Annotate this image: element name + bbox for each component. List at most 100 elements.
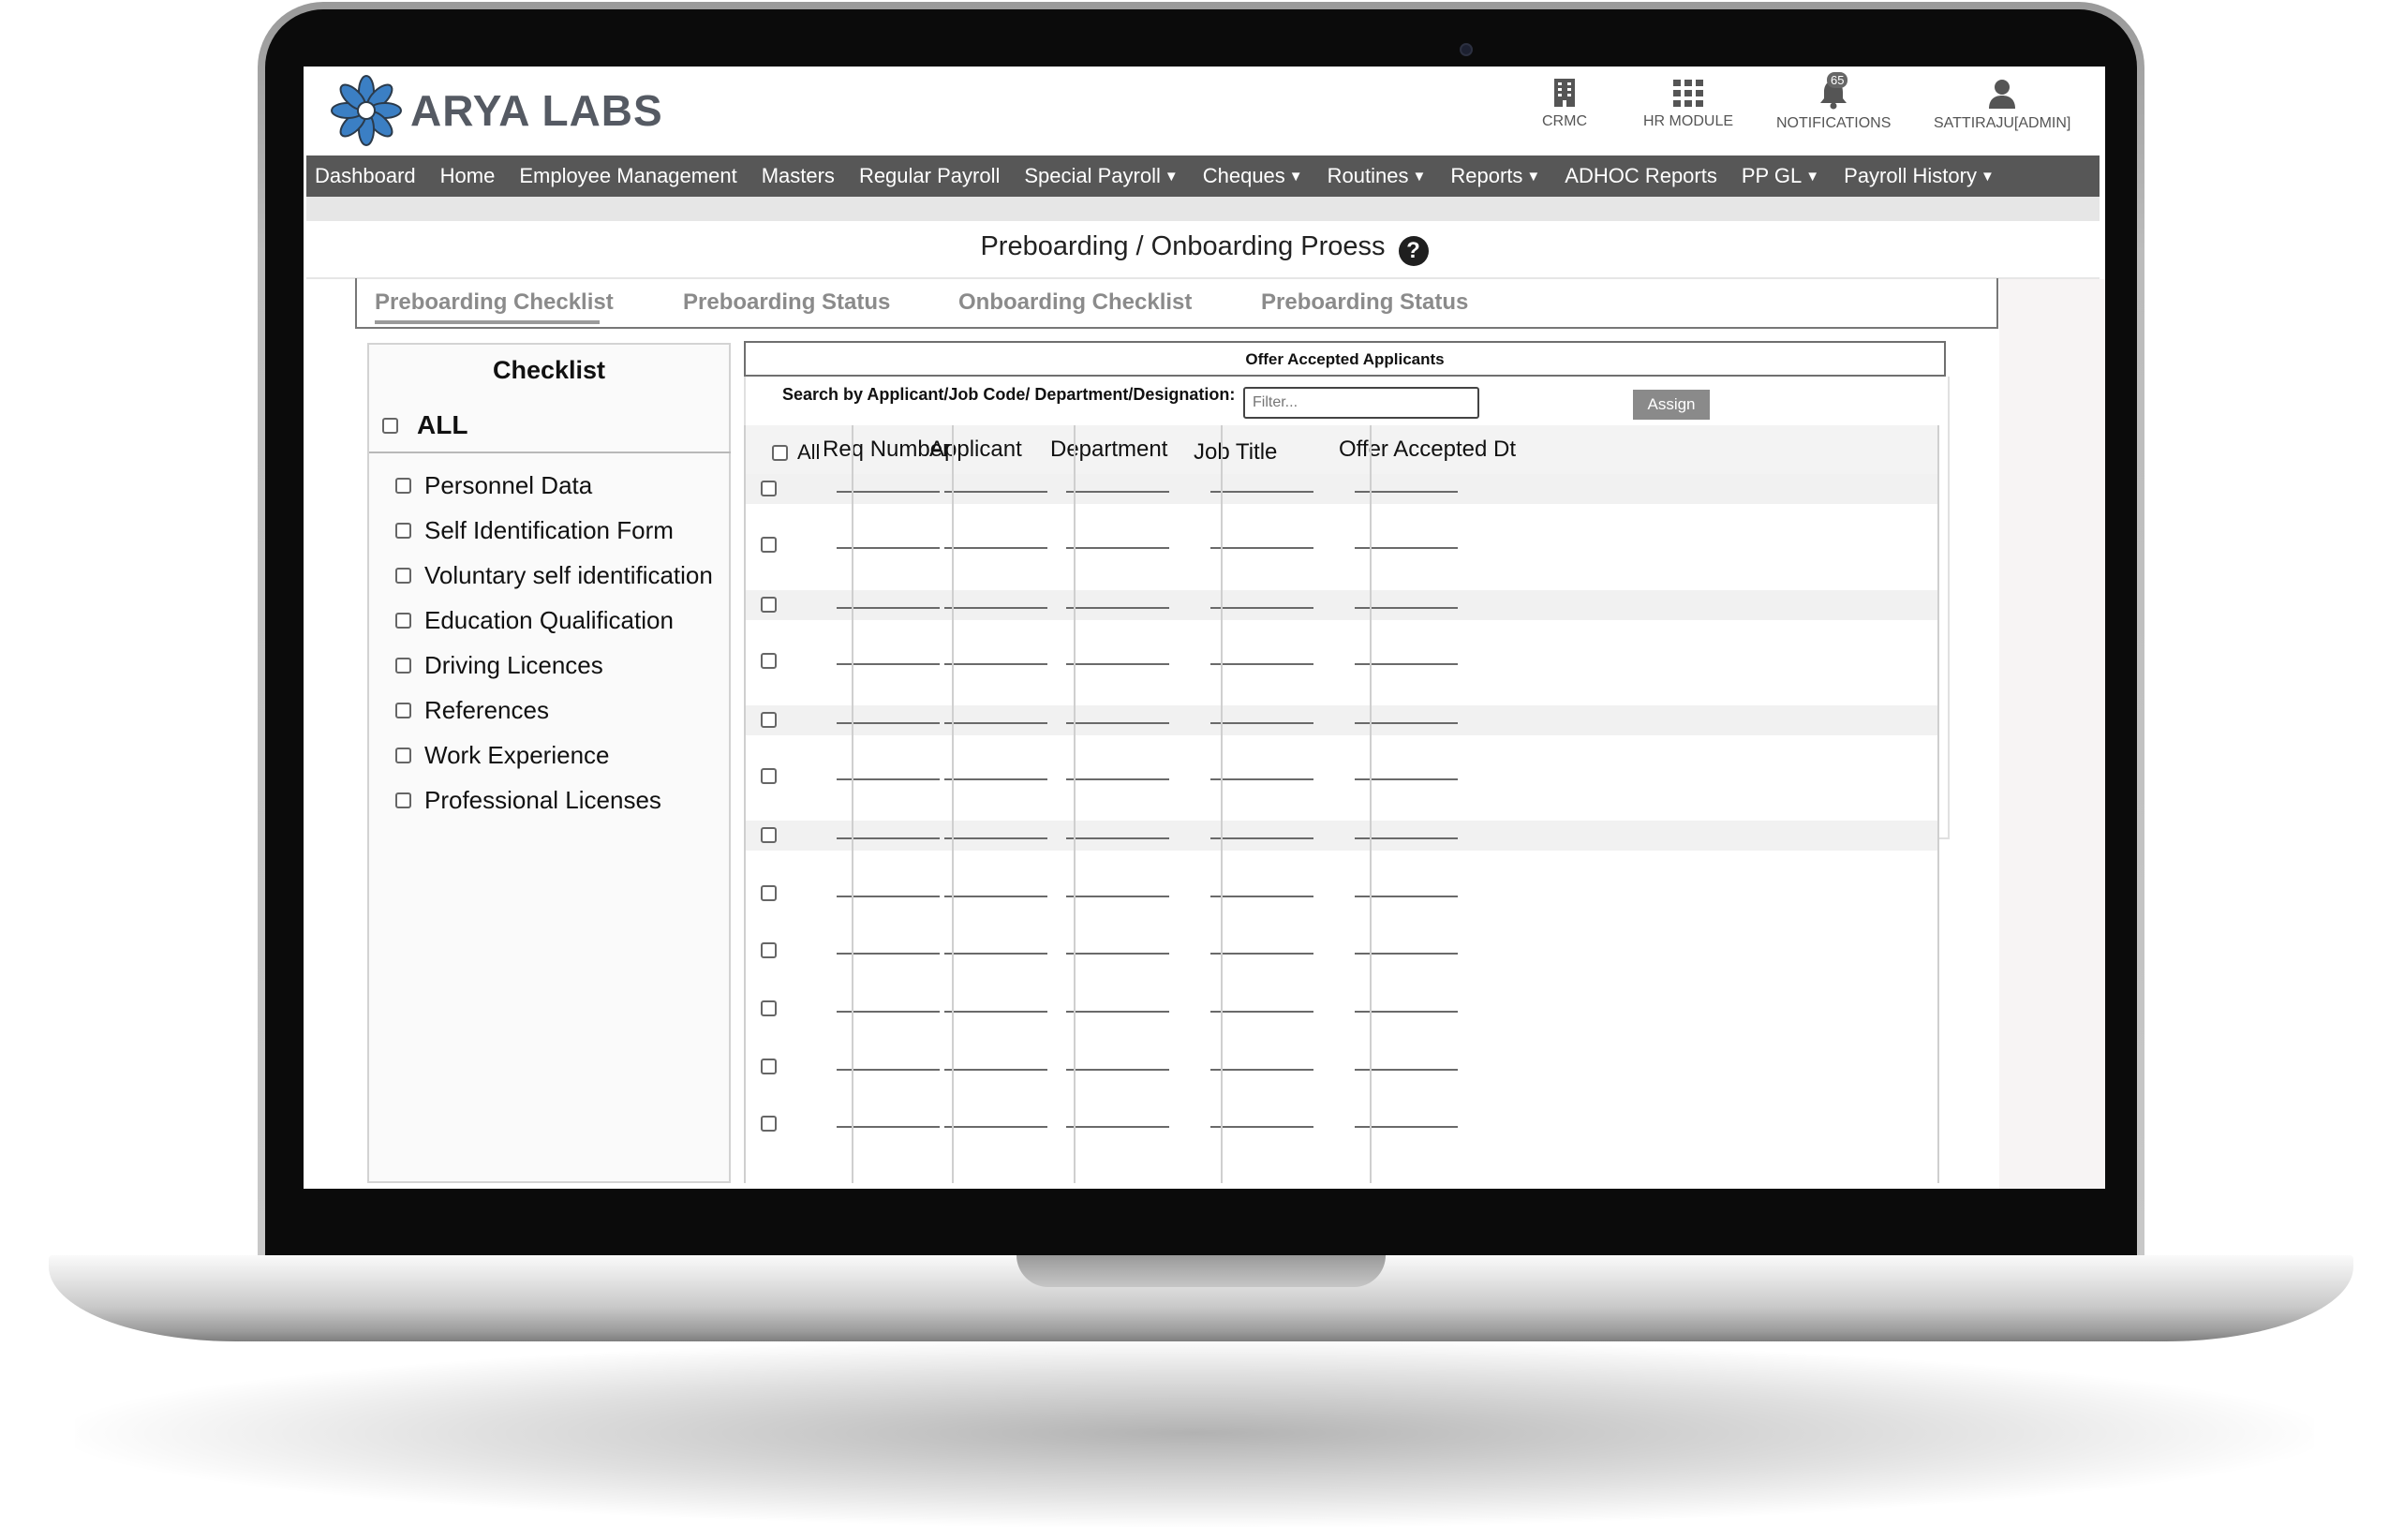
nav-item-masters[interactable]: Masters [762,164,835,188]
notification-count-badge: 65 [1827,72,1848,88]
table-row [746,1109,1937,1139]
row-checkbox[interactable] [761,537,777,553]
nav-item-special-payroll[interactable]: Special Payroll ▼ [1024,164,1178,188]
hr-module-label: HR MODULE [1643,113,1734,129]
tab-preboarding-status[interactable]: Preboarding Status [683,289,890,316]
checklist-all-checkbox[interactable] [382,417,398,434]
row-checkbox[interactable] [761,712,777,728]
empty-cell-placeholder [1210,663,1313,665]
table-row [746,936,1937,966]
nav-item-pp-gl[interactable]: PP GL ▼ [1742,164,1819,188]
checklist-item: Work Experience [382,733,713,777]
empty-cell-placeholder [1066,663,1169,665]
checklist-item: Voluntary self identification [382,553,713,598]
nav-item-dashboard[interactable]: Dashboard [315,164,416,188]
column-header-offer-accepted-dt[interactable]: Offer Accepted Dt [1339,437,1516,463]
nav-item-routines[interactable]: Routines ▼ [1328,164,1427,188]
row-checkbox[interactable] [761,942,777,958]
row-checkbox[interactable] [761,827,777,843]
empty-cell-placeholder [944,953,1047,955]
hr-module-button[interactable]: HR MODULE [1643,78,1733,130]
nav-item-home[interactable]: Home [440,164,496,188]
notifications-label: NOTIFICATIONS [1776,115,1892,131]
row-checkbox[interactable] [761,481,777,496]
empty-cell-placeholder [1066,1011,1169,1013]
row-checkbox[interactable] [761,653,777,669]
checklist-item-checkbox[interactable] [395,522,411,539]
empty-cell-placeholder [944,1126,1047,1128]
empty-cell-placeholder [1210,837,1313,839]
checklist-item-checkbox[interactable] [395,567,411,584]
table-row [746,590,1937,620]
row-checkbox[interactable] [761,768,777,784]
empty-cell-placeholder [1066,778,1169,780]
checklist-divider [369,452,731,453]
empty-cell-placeholder [1066,837,1169,839]
empty-cell-placeholder [944,778,1047,780]
crmc-button[interactable]: CRMC [1542,78,1587,130]
empty-cell-placeholder [944,722,1047,724]
right-gutter [1999,279,2105,1189]
nav-item-adhoc-reports[interactable]: ADHOC Reports [1565,164,1717,188]
search-input[interactable] [1243,387,1479,419]
logo-flower-icon [331,75,402,146]
checklist-item-label: Personnel Data [424,470,593,499]
checklist-item-checkbox[interactable] [395,612,411,629]
row-checkbox[interactable] [761,1116,777,1132]
empty-cell-placeholder [944,896,1047,897]
checklist-item-label: Work Experience [424,740,610,769]
column-divider [852,425,853,1183]
tab-preboarding-status-2[interactable]: Preboarding Status [1261,289,1468,316]
empty-cell-placeholder [1210,896,1313,897]
app-screen: ARYA LABS CRMC HR MODULE 65 NOTIFICATION… [304,67,2105,1189]
tab-preboarding-checklist[interactable]: Preboarding Checklist [375,289,614,316]
nav-item-label: Regular Payroll [858,164,1001,187]
user-label: SATTIRAJU[ADMIN] [1934,115,2071,131]
search-label: Search by Applicant/Job Code/ Department… [782,385,1236,404]
caret-down-icon: ▼ [1288,168,1303,185]
column-header-job-title[interactable]: Job Title [1194,439,1277,466]
help-icon[interactable]: ? [1398,235,1429,266]
nav-item-label: Routines [1327,164,1409,187]
column-divider [1074,425,1076,1183]
table-row [746,530,1937,560]
row-checkbox[interactable] [761,1000,777,1016]
row-checkbox[interactable] [761,885,777,901]
row-checkbox[interactable] [761,597,777,613]
row-checkbox[interactable] [761,1059,777,1074]
nav-item-payroll-history[interactable]: Payroll History ▼ [1844,164,1995,188]
assign-button[interactable]: Assign [1633,390,1710,420]
user-icon [1989,80,2016,109]
laptop-notch [1016,1255,1386,1287]
checklist-item-checkbox[interactable] [395,477,411,494]
checklist-item-checkbox[interactable] [395,657,411,674]
nav-item-regular-payroll[interactable]: Regular Payroll [859,164,1000,188]
nav-item-reports[interactable]: Reports ▼ [1450,164,1540,188]
nav-item-label: Masters [761,164,835,187]
column-header-applicant[interactable]: Applicant [929,437,1022,463]
checklist-item: References [382,688,713,733]
nav-item-label: PP GL [1741,164,1803,187]
tab-onboarding-checklist[interactable]: Onboarding Checklist [958,289,1192,316]
logo-text: ARYA LABS [410,86,663,135]
user-menu-button[interactable]: SATTIRAJU[ADMIN] [1934,78,2070,132]
checklist-item-label: Education Qualification [424,605,674,634]
nav-item-employee-management[interactable]: Employee Management [519,164,736,188]
table-border-right [1937,425,1939,1183]
select-all-checkbox[interactable] [772,444,788,461]
select-all-label: All [797,440,821,464]
building-icon [1554,79,1575,107]
empty-cell-placeholder [944,547,1047,549]
logo[interactable]: ARYA LABS [330,74,663,147]
notifications-button[interactable]: 65 NOTIFICATIONS [1776,72,1892,132]
checklist-item-checkbox[interactable] [395,792,411,808]
table-row [746,762,1937,792]
offer-accepted-title: Offer Accepted Applicants [1245,350,1445,368]
checklist-item-checkbox[interactable] [395,747,411,763]
search-row: Search by Applicant/Job Code/ Department… [782,385,1235,405]
empty-cell-placeholder [944,1011,1047,1013]
empty-cell-placeholder [1210,778,1313,780]
column-header-department[interactable]: Department [1050,437,1167,463]
nav-item-cheques[interactable]: Cheques ▼ [1203,164,1303,188]
checklist-item-checkbox[interactable] [395,702,411,718]
